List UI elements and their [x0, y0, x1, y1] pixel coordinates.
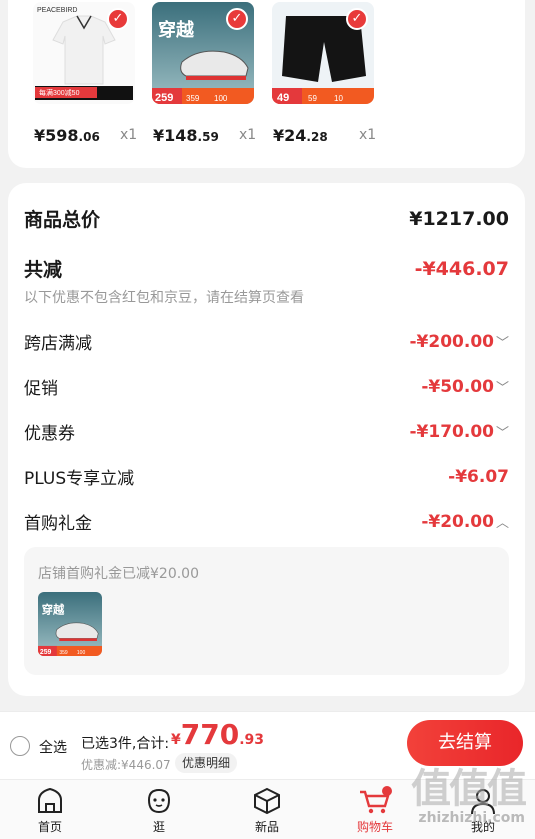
plus-discount-row: PLUS专享立减 -¥6.07 — [24, 464, 509, 490]
tab-label: 首页 — [37, 820, 62, 834]
selected-count-label: 已选3件,合计: — [81, 736, 170, 752]
promo-row[interactable]: 促销 -¥50.00 ﹀ — [24, 374, 509, 400]
cube-icon — [254, 787, 280, 815]
product-promo-tag: 每满300减50 — [39, 88, 80, 97]
chevron-down-icon: ﹀ — [495, 380, 509, 396]
promo-value: -¥50.00 ﹀ — [421, 377, 509, 397]
price-summary-card: 商品总价 ¥1217.00 共减 -¥446.07 以下优惠不包含红包和京豆，请… — [8, 183, 525, 696]
coupon-value: -¥170.00 ﹀ — [409, 422, 509, 442]
first-gift-label: 首购礼金 — [24, 514, 92, 534]
product-tag-price: 259 — [155, 92, 173, 104]
price-decimal: .06 — [78, 130, 100, 144]
tab-explore[interactable]: 逛 — [124, 786, 194, 835]
home-icon — [38, 787, 62, 813]
tab-cart[interactable]: 购物车 — [340, 786, 410, 835]
promo-amount: -¥50.00 — [421, 376, 494, 397]
discount-note: 以下优惠不包含红包和京豆，请在结算页查看 — [24, 290, 304, 306]
total-price-value: ¥1217.00 — [409, 207, 509, 230]
product-tag-discount: 10 — [334, 94, 343, 103]
tab-home[interactable]: 首页 — [15, 786, 85, 835]
price-integer: ¥24 — [273, 126, 307, 145]
tab-new[interactable]: 新品 — [232, 786, 302, 835]
discount-detail-button[interactable]: 优惠明细 — [175, 753, 238, 773]
checkout-total: ¥770.93 — [171, 718, 264, 751]
cross-store-row[interactable]: 跨店满减 -¥200.00 ﹀ — [24, 329, 509, 355]
cross-store-amount: -¥200.00 — [409, 331, 494, 352]
product-price: ¥24.28 — [273, 126, 328, 145]
product-price: ¥148.59 — [153, 126, 219, 145]
first-gift-detail-panel: 店铺首购礼金已减¥20.00 穿越 259 359 100 — [24, 547, 509, 675]
product-quantity: x1 — [239, 127, 257, 143]
first-gift-amount: -¥20.00 — [421, 511, 494, 532]
total-integer: 770 — [180, 718, 240, 751]
coupon-amount: -¥170.00 — [409, 421, 494, 442]
total-price-row: 商品总价 ¥1217.00 — [24, 205, 509, 232]
chevron-down-icon: ﹀ — [495, 425, 509, 441]
thumb-tag-price: 259 — [40, 649, 52, 656]
first-gift-product-thumbnail[interactable]: 穿越 259 359 100 — [38, 592, 102, 656]
tab-label: 逛 — [152, 820, 165, 834]
price-integer: ¥598 — [34, 126, 79, 145]
product-shoe-title: 穿越 — [158, 19, 195, 40]
first-gift-value: -¥20.00 ︿ — [421, 512, 509, 532]
product-tag-discount: 100 — [214, 94, 228, 103]
total-currency: ¥ — [171, 732, 181, 748]
product-brand-label: PEACEBIRD — [37, 7, 77, 14]
product-image-shorts[interactable]: 49 59 10 ✓ — [272, 2, 374, 104]
product-quantity: x1 — [120, 127, 138, 143]
saved-amount: 优惠减:¥446.07 — [81, 758, 171, 772]
tab-label: 新品 — [254, 820, 279, 834]
coupon-row[interactable]: 优惠券 -¥170.00 ﹀ — [24, 419, 509, 445]
product-image-shoe[interactable]: 穿越 259 359 100 ✓ — [152, 2, 254, 104]
plus-discount-label: PLUS专享立减 — [24, 469, 135, 489]
thumb-tag-original: 359 — [59, 650, 68, 656]
product-quantity: x1 — [359, 127, 377, 143]
discount-total-value: -¥446.07 — [414, 257, 509, 280]
cross-store-label: 跨店满减 — [24, 334, 92, 354]
explore-icon — [147, 788, 171, 814]
product-tag-price: 49 — [277, 92, 289, 104]
discount-total-row: 共减 -¥446.07 — [24, 255, 509, 282]
promo-label: 促销 — [24, 379, 58, 399]
tab-label: 购物车 — [356, 820, 393, 834]
plus-discount-value: -¥6.07 — [448, 466, 509, 487]
chevron-down-icon: ﹀ — [495, 335, 509, 351]
total-decimal: .93 — [239, 732, 265, 748]
product-tag-original: 359 — [186, 94, 200, 103]
thumb-tag-discount: 100 — [77, 650, 86, 656]
watermark-logo: 值值值 — [411, 766, 527, 812]
thumb-title: 穿越 — [42, 602, 65, 616]
discount-total-label: 共减 — [24, 259, 63, 281]
price-integer: ¥148 — [153, 126, 198, 145]
total-price-label: 商品总价 — [24, 209, 101, 231]
product-price: ¥598.06 — [34, 126, 100, 145]
cross-store-value: -¥200.00 ﹀ — [409, 332, 509, 352]
select-all-radio[interactable] — [10, 736, 30, 756]
selected-check-icon[interactable]: ✓ — [346, 8, 368, 30]
coupon-label: 优惠券 — [24, 424, 75, 444]
price-decimal: .59 — [197, 130, 219, 144]
selected-check-icon[interactable]: ✓ — [107, 8, 129, 30]
product-image-polo[interactable]: PEACEBIRD 每满300减50 ✓ — [33, 2, 135, 104]
watermark-site: zhizhizhi.com — [418, 810, 525, 826]
chevron-up-icon: ︿ — [495, 515, 509, 531]
first-gift-detail-text: 店铺首购礼金已减¥20.00 — [38, 566, 199, 582]
product-tag-original: 59 — [308, 94, 317, 103]
cart-products-card: PEACEBIRD 每满300减50 ✓ 穿越 259 359 100 ✓ 49… — [8, 0, 525, 168]
first-gift-row[interactable]: 首购礼金 -¥20.00 ︿ — [24, 509, 509, 535]
price-decimal: .28 — [306, 130, 328, 144]
select-all-label[interactable]: 全选 — [39, 737, 67, 757]
cart-icon — [360, 786, 392, 814]
selected-check-icon[interactable]: ✓ — [226, 8, 248, 30]
